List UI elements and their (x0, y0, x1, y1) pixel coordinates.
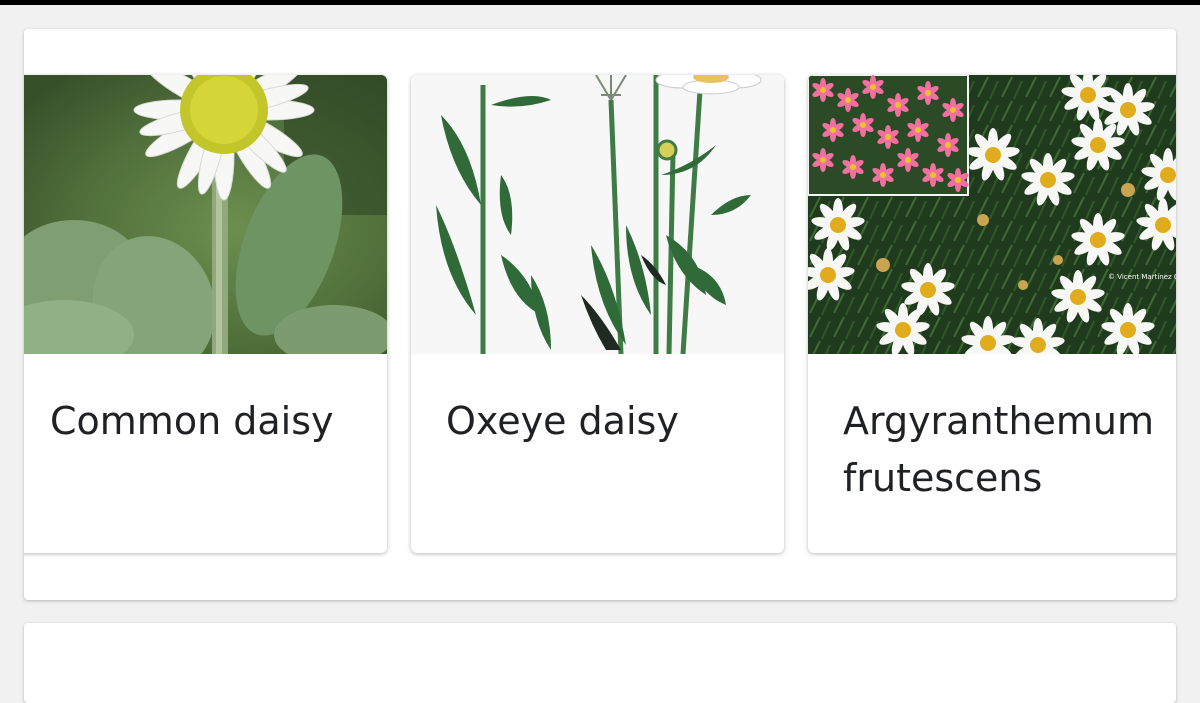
result-card-common-daisy[interactable]: Common daisy (24, 75, 387, 553)
status-bar (0, 0, 1200, 5)
image-carousel[interactable]: Common daisy Oxeye daisy © Vicent Martín… (24, 75, 1176, 553)
card-title: Oxeye daisy (446, 399, 679, 443)
image-watermark: © Vicent Martínez C (1108, 273, 1176, 281)
oxeye-daisy-image (411, 75, 784, 354)
card-title: Common daisy (50, 399, 334, 443)
result-card-argyranthemum[interactable]: © Vicent Martínez C Argyranthemum frutes… (808, 75, 1176, 553)
common-daisy-image (24, 75, 387, 354)
argyranthemum-image: © Vicent Martínez C (808, 75, 1176, 354)
result-card-oxeye-daisy[interactable]: Oxeye daisy (411, 75, 784, 553)
results-panel: Common daisy Oxeye daisy © Vicent Martín… (24, 29, 1176, 600)
next-results-panel (24, 623, 1176, 703)
card-title: Argyranthemum frutescens (843, 399, 1155, 500)
